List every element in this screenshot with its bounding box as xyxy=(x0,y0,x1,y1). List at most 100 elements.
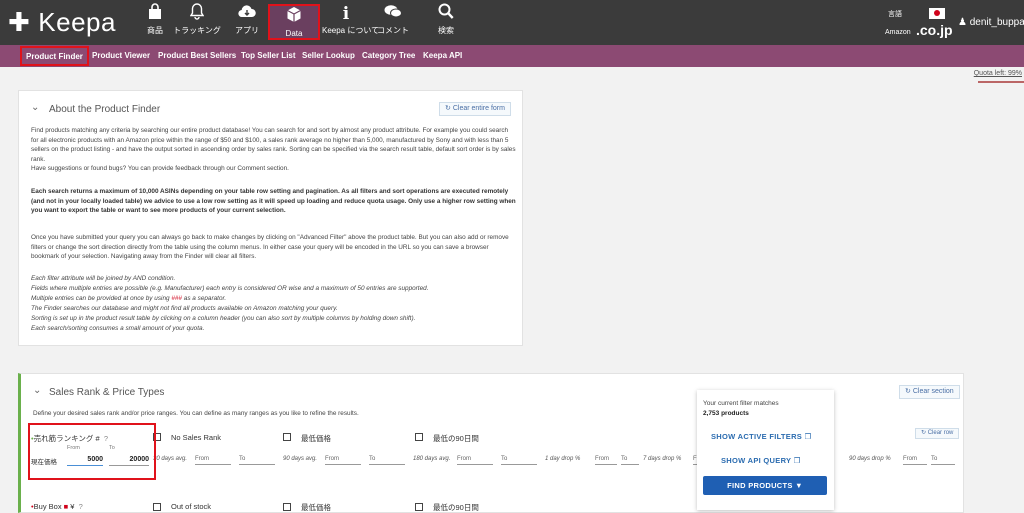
document-icon: ❐ xyxy=(793,456,801,465)
data-subnav: Product Finder Product Viewer Product Be… xyxy=(0,45,1024,67)
subnav-category-tree[interactable]: Category Tree xyxy=(362,45,415,67)
keepa-logo[interactable]: ✚ Keepa xyxy=(8,6,116,38)
document-icon: ❐ xyxy=(804,432,812,441)
show-active-filters-link[interactable]: SHOW ACTIVE FILTERS ❐ xyxy=(711,432,812,441)
nav-apps-label: アプリ xyxy=(235,26,259,35)
nav-apps[interactable]: アプリ xyxy=(222,3,272,41)
product-count: 2,753 products xyxy=(703,410,749,417)
out-of-stock-label: Out of stock xyxy=(171,502,212,511)
bell-icon xyxy=(172,3,222,25)
logo-text: Keepa xyxy=(38,6,116,37)
chevron-down-icon[interactable]: ⌄ xyxy=(31,102,39,113)
out-of-stock-checkbox[interactable] xyxy=(153,503,161,511)
drop90-from-input[interactable]: From xyxy=(903,454,927,465)
undo-icon: ↻ xyxy=(445,105,451,112)
cloud-download-icon xyxy=(222,3,272,25)
nav-search-label: 検索 xyxy=(438,26,454,35)
drop1-from-input[interactable]: From xyxy=(595,454,617,465)
amazon-label: Amazon xyxy=(885,29,911,36)
min-price-label: 最低価格 xyxy=(301,434,331,443)
avg180-from-input[interactable]: From xyxy=(457,454,493,465)
avg90-from-input[interactable]: From xyxy=(325,454,361,465)
about-note-or: Fields where multiple entries are possib… xyxy=(31,285,429,292)
avg30-label: 30 days avg. xyxy=(153,456,188,462)
drop90-label: 90 days drop % xyxy=(849,456,891,462)
buybox-min-90-checkbox[interactable] xyxy=(415,503,423,511)
sales-rank-title[interactable]: Sales Rank & Price Types xyxy=(49,387,164,398)
nav-tracking[interactable]: トラッキング xyxy=(172,3,222,41)
nav-comments[interactable]: コメント xyxy=(368,3,418,41)
show-api-query-link[interactable]: SHOW API QUERY ❐ xyxy=(721,456,801,465)
nav-about-label: Keepa について xyxy=(322,26,380,35)
subnav-product-best-sellers[interactable]: Product Best Sellers xyxy=(158,45,236,67)
info-icon: i xyxy=(342,4,350,24)
subnav-seller-lookup[interactable]: Seller Lookup xyxy=(302,45,355,67)
filter-icon: ▼ xyxy=(795,481,803,490)
about-paragraph-limits: Each search returns a maximum of 10,000 … xyxy=(31,188,516,215)
user-menu[interactable]: ♟ denit_buppar xyxy=(958,17,1024,28)
top-bar: ✚ Keepa 商品 トラッキング アプリ Data i Keepa について … xyxy=(0,0,1024,45)
drop90-to-input[interactable]: To xyxy=(931,454,955,465)
avg30-from-input[interactable]: From xyxy=(195,454,231,465)
nav-about[interactable]: i Keepa について xyxy=(322,3,380,41)
nav-comments-label: コメント xyxy=(377,26,409,35)
nav-data[interactable]: Data xyxy=(268,4,320,40)
undo-icon: ↻ xyxy=(905,388,911,395)
avg90-to-input[interactable]: To xyxy=(369,454,405,465)
sales-rank-description: Define your desired sales rank and/or pr… xyxy=(33,410,359,417)
user-icon: ♟ xyxy=(958,17,967,28)
clear-form-button[interactable]: ↻ Clear entire form xyxy=(439,102,511,116)
undo-icon: ↻ xyxy=(921,430,927,436)
avg90-label: 90 days avg. xyxy=(283,456,318,462)
clear-section-label: Clear section xyxy=(912,388,954,395)
nav-tracking-label: トラッキング xyxy=(173,26,221,35)
subnav-product-viewer[interactable]: Product Viewer xyxy=(92,45,150,67)
clear-row-label: Clear row xyxy=(927,430,954,436)
about-paragraph-1: Find products matching any criteria by s… xyxy=(31,127,516,163)
drop1-label: 1 day drop % xyxy=(545,456,581,462)
domain-selector[interactable]: .co.jp xyxy=(916,22,953,38)
avg30-to-input[interactable]: To xyxy=(239,454,275,465)
subnav-product-finder[interactable]: Product Finder xyxy=(20,46,89,66)
subnav-top-seller-list[interactable]: Top Seller List xyxy=(241,45,296,67)
about-paragraph-query: Once you have submitted your query you c… xyxy=(31,234,509,261)
quota-left[interactable]: Quota left: 99% xyxy=(974,70,1022,77)
about-note-database: The Finder searches our database and mig… xyxy=(31,305,338,312)
drop1-to-input[interactable]: To xyxy=(621,454,639,465)
min-90-checkbox[interactable] xyxy=(415,433,423,441)
separator-text-a: Multiple entries can be provided at once… xyxy=(31,295,172,302)
avg180-to-input[interactable]: To xyxy=(501,454,537,465)
about-title[interactable]: About the Product Finder xyxy=(49,104,160,115)
no-sales-rank-label: No Sales Rank xyxy=(171,433,222,442)
username: denit_buppar xyxy=(969,17,1024,28)
about-panel: ⌄ About the Product Finder ↻ Clear entir… xyxy=(18,90,523,346)
comments-icon xyxy=(368,3,418,25)
language-label: 言語 xyxy=(888,11,902,18)
drop7-label: 7 days drop % xyxy=(643,456,682,462)
about-paragraph-feedback: Have suggestions or found bugs? You can … xyxy=(31,165,289,172)
find-products-button[interactable]: FIND PRODUCTS ▼ xyxy=(703,476,827,495)
clear-section-button[interactable]: ↻ Clear section xyxy=(899,385,960,399)
nav-data-label: Data xyxy=(285,29,303,38)
chevron-down-icon[interactable]: ⌄ xyxy=(33,385,41,396)
quota-bar xyxy=(978,81,1024,83)
nav-search[interactable]: 検索 xyxy=(426,3,466,41)
about-note-quota: Each search/sorting consumes a small amo… xyxy=(31,325,205,332)
avg180-label: 180 days avg. xyxy=(413,456,451,462)
filter-summary-popup: Your current filter matches 2,753 produc… xyxy=(697,390,834,510)
about-note-separator: Multiple entries can be provided at once… xyxy=(31,294,516,304)
japan-flag-icon[interactable] xyxy=(929,8,945,19)
separator-text-b: as a separator. xyxy=(182,295,227,302)
min-price-checkbox[interactable] xyxy=(283,433,291,441)
clear-form-label: Clear entire form xyxy=(452,105,505,112)
highlight-box xyxy=(28,423,156,480)
about-note-and: Each filter attribute will be joined by … xyxy=(31,275,176,282)
buybox-min-price-checkbox[interactable] xyxy=(283,503,291,511)
filter-matches-text: Your current filter matches xyxy=(703,400,779,407)
about-note-sorting: Sorting is set up in the product result … xyxy=(31,315,416,322)
clear-row-button[interactable]: ↻ Clear row xyxy=(915,428,960,439)
cube-icon xyxy=(270,6,318,28)
separator-token: ### xyxy=(171,295,182,302)
search-icon xyxy=(426,3,466,25)
subnav-keepa-api[interactable]: Keepa API xyxy=(423,45,462,67)
